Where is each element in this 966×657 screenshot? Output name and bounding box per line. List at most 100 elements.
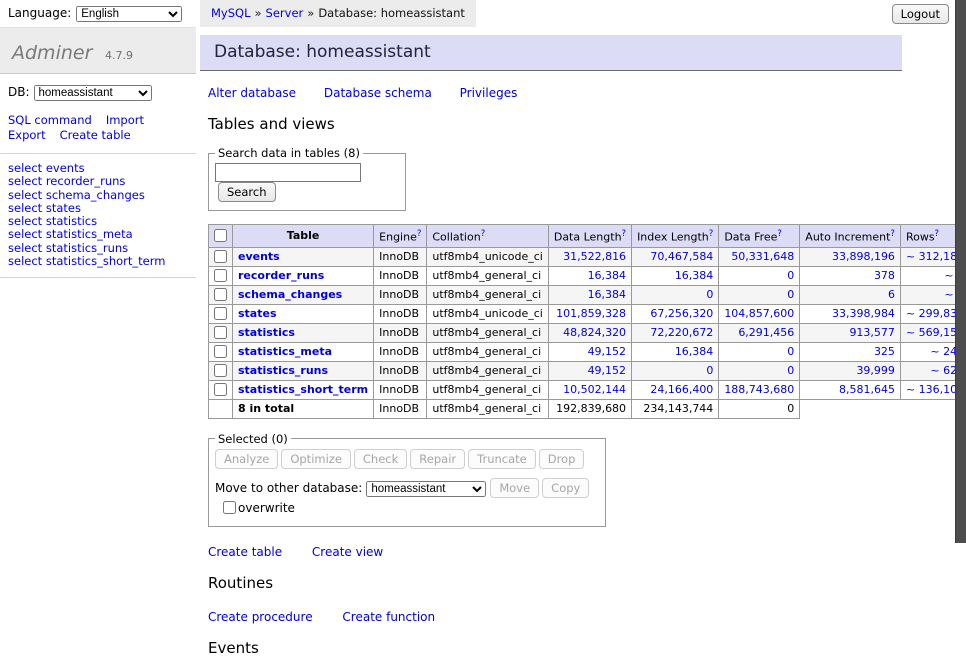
breadcrumb-server[interactable]: Server (266, 6, 304, 20)
db-select[interactable]: homeassistant (34, 85, 152, 101)
sidebar-table-link[interactable]: select statistics_meta (8, 228, 188, 241)
help-link[interactable]: ? (709, 229, 714, 239)
help-link[interactable]: ? (481, 229, 486, 239)
select-all-checkbox[interactable] (214, 229, 227, 242)
optimize-button[interactable]: Optimize (281, 449, 351, 469)
auto-increment-cell-link[interactable]: 913,577 (849, 326, 895, 339)
auto-increment-cell-link[interactable]: 33,898,196 (832, 250, 895, 263)
sidebar-table-link[interactable]: select states (8, 202, 188, 215)
table-link[interactable]: statistics_short_term (238, 383, 368, 396)
data-length-cell-link[interactable]: 16,384 (588, 288, 627, 301)
privileges-link[interactable]: Privileges (460, 86, 518, 100)
analyze-button[interactable]: Analyze (215, 449, 278, 469)
data-free-cell-link[interactable]: 188,743,680 (724, 383, 794, 396)
help-link[interactable]: ? (417, 229, 422, 239)
table-link[interactable]: statistics (238, 326, 295, 339)
index-length-cell-link[interactable]: 24,166,400 (650, 383, 713, 396)
auto-increment-cell-link[interactable]: 39,999 (856, 364, 895, 377)
search-input[interactable] (215, 163, 361, 182)
data-length-cell-link[interactable]: 31,522,816 (563, 250, 626, 263)
data-length-cell-link[interactable]: 10,502,144 (563, 383, 626, 396)
create-view-link[interactable]: Create view (312, 545, 383, 559)
row-checkbox[interactable] (214, 326, 227, 339)
row-checkbox[interactable] (214, 383, 227, 396)
sidebar-table-link[interactable]: select statistics_short_term (8, 255, 188, 268)
auto-increment-cell-link[interactable]: 8,581,645 (839, 383, 895, 396)
data-free-cell-link[interactable]: 0 (787, 269, 794, 282)
row-checkbox[interactable] (214, 364, 227, 377)
scrollbar[interactable] (955, 0, 966, 543)
auto-increment-cell-link[interactable]: 6 (888, 288, 895, 301)
sidebar-table-link[interactable]: select statistics (8, 215, 188, 228)
index-length-cell-link[interactable]: 72,220,672 (650, 326, 713, 339)
table-link[interactable]: events (238, 250, 280, 263)
table-link[interactable]: states (238, 307, 277, 320)
sidebar-table-link[interactable]: select statistics_runs (8, 242, 188, 255)
drop-button[interactable]: Drop (539, 449, 585, 469)
row-checkbox[interactable] (214, 288, 227, 301)
data-length-cell-link[interactable]: 16,384 (588, 269, 627, 282)
sidebar-table-link[interactable]: select events (8, 162, 188, 175)
index-length-cell-link[interactable]: 16,384 (675, 269, 714, 282)
app-name[interactable]: Adminer (12, 42, 92, 64)
data-free-cell-link[interactable]: 0 (787, 288, 794, 301)
data-free-cell-link[interactable]: 6,291,456 (738, 326, 794, 339)
index-length-cell-link[interactable]: 70,467,584 (650, 250, 713, 263)
data-free-cell-link[interactable]: 104,857,600 (724, 307, 794, 320)
index-length-cell-link[interactable]: 0 (706, 364, 713, 377)
create-procedure-link[interactable]: Create procedure (208, 610, 313, 624)
logout-button[interactable]: Logout (892, 4, 949, 24)
collation-cell: utf8mb4_general_ci (427, 323, 548, 342)
row-checkbox[interactable] (214, 345, 227, 358)
move-db-select[interactable]: homeassistant (366, 481, 486, 497)
check-button[interactable]: Check (354, 449, 407, 469)
sidebar-link-export[interactable]: Export (8, 128, 46, 142)
language-select[interactable]: English (76, 6, 182, 22)
data-free-cell-link[interactable]: 50,331,648 (731, 250, 794, 263)
table-link[interactable]: recorder_runs (238, 269, 324, 282)
data-free-cell-link[interactable]: 0 (787, 345, 794, 358)
sidebar-link-sql-command[interactable]: SQL command (8, 113, 92, 127)
table-link[interactable]: schema_changes (238, 288, 342, 301)
data-length-cell-link[interactable]: 101,859,328 (556, 307, 626, 320)
sidebar-link-create-table[interactable]: Create table (60, 128, 131, 142)
row-checkbox[interactable] (214, 269, 227, 282)
data-length-cell-link[interactable]: 48,824,320 (563, 326, 626, 339)
table-link[interactable]: statistics_meta (238, 345, 332, 358)
index-length-cell-link[interactable]: 0 (706, 288, 713, 301)
help-link[interactable]: ? (622, 229, 627, 239)
sidebar-table-link[interactable]: select recorder_runs (8, 175, 188, 188)
overwrite-checkbox[interactable] (223, 501, 236, 514)
sidebar-table-link[interactable]: select schema_changes (8, 189, 188, 202)
breadcrumb-mysql[interactable]: MySQL (211, 6, 251, 20)
search-button[interactable]: Search (218, 182, 276, 202)
data-length-cell-link[interactable]: 49,152 (588, 364, 627, 377)
language-row: Language:English (0, 0, 196, 27)
repair-button[interactable]: Repair (410, 449, 465, 469)
index-length-cell-link[interactable]: 16,384 (675, 345, 714, 358)
help-link[interactable]: ? (935, 229, 940, 239)
help-link[interactable]: ? (777, 229, 782, 239)
column-header: Collation? (427, 225, 548, 248)
auto-increment-cell-link[interactable]: 378 (874, 269, 895, 282)
row-checkbox[interactable] (214, 250, 227, 263)
create-function-link[interactable]: Create function (342, 610, 435, 624)
sidebar-link-import[interactable]: Import (106, 113, 144, 127)
alter-database-link[interactable]: Alter database (208, 86, 296, 100)
app-version[interactable]: 4.7.9 (105, 49, 133, 62)
auto-increment-cell-link[interactable]: 33,398,984 (832, 307, 895, 320)
help-link[interactable]: ? (890, 229, 895, 239)
row-checkbox-cell (209, 285, 233, 304)
auto-increment-cell-link[interactable]: 325 (874, 345, 895, 358)
row-checkbox[interactable] (214, 307, 227, 320)
truncate-button[interactable]: Truncate (468, 449, 536, 469)
data-free-cell-link[interactable]: 0 (787, 364, 794, 377)
database-schema-link[interactable]: Database schema (324, 86, 432, 100)
copy-button[interactable]: Copy (542, 478, 589, 498)
table-link[interactable]: statistics_runs (238, 364, 328, 377)
move-button[interactable]: Move (490, 478, 539, 498)
create-table-link[interactable]: Create table (208, 545, 282, 559)
index-length-cell-link[interactable]: 67,256,320 (650, 307, 713, 320)
auto-increment-cell: 8,581,645 (800, 380, 901, 399)
data-length-cell-link[interactable]: 49,152 (588, 345, 627, 358)
